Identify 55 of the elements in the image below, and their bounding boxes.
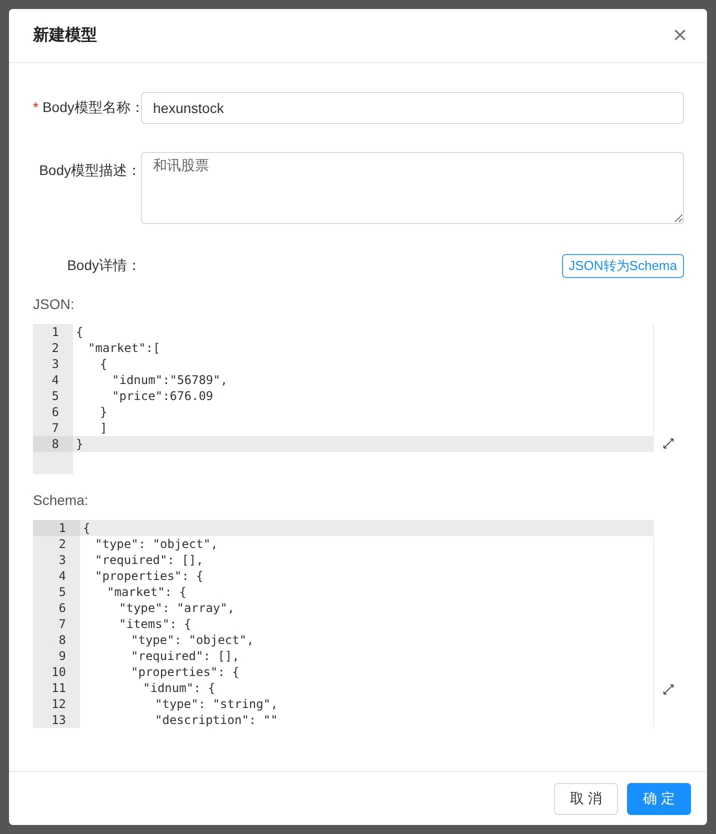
line-number: 3	[33, 552, 80, 568]
code-line: "properties": {	[80, 568, 654, 584]
line-number: 1	[33, 520, 80, 536]
code-line: "type": "string",	[80, 696, 654, 712]
code-line: "idnum": {	[80, 680, 654, 696]
code-line: "market": {	[80, 584, 654, 600]
code-line: "type": "object",	[80, 632, 654, 648]
line-number: 10	[33, 664, 80, 680]
expand-icon[interactable]	[663, 438, 674, 449]
line-number: 8	[33, 632, 80, 648]
field-label: Body模型描述：	[39, 162, 141, 178]
editor-gutter	[33, 452, 73, 474]
cancel-button[interactable]: 取 消	[554, 782, 618, 814]
field-label: Body详情：	[67, 257, 141, 273]
code-line: "properties": {	[80, 664, 654, 680]
line-number: 1	[33, 324, 73, 340]
code-line: "price":676.09	[73, 388, 654, 404]
code-line: "description": ""	[80, 712, 654, 728]
code-line: "type": "array",	[80, 600, 654, 616]
line-number: 13	[33, 712, 80, 728]
close-button[interactable]: ×	[668, 24, 691, 48]
description-textarea[interactable]: 和讯股票	[141, 152, 684, 224]
editor-label: Schema:	[33, 492, 90, 508]
line-number: 11	[33, 680, 80, 696]
code-line: {	[73, 324, 654, 340]
line-number: 4	[33, 568, 80, 584]
line-number: 5	[33, 388, 73, 404]
line-number: 12	[33, 696, 80, 712]
line-number: 8	[33, 436, 73, 452]
convert-button[interactable]: JSON转为Schema	[562, 254, 684, 278]
code-line: "idnum":"56789",	[73, 372, 654, 388]
code-line: "required": [],	[80, 648, 654, 664]
json-code-editor[interactable]: 1 { 2 "market":[ 3 { 4 "idnum":"56789", 5 "price":676.09 6 } 7 ] 8 }	[33, 324, 684, 474]
required-mark: *	[33, 99, 38, 115]
line-number: 4	[33, 372, 73, 388]
code-line: }	[73, 404, 654, 420]
line-number: 5	[33, 584, 80, 600]
expand-icon[interactable]	[663, 684, 674, 695]
line-number: 2	[33, 536, 80, 552]
line-number: 3	[33, 356, 73, 372]
line-number: 7	[33, 616, 80, 632]
code-line: "items": {	[80, 616, 654, 632]
name-input-field[interactable]: hexunstock	[141, 92, 684, 124]
line-number: 2	[33, 340, 73, 356]
code-line: "required": [],	[80, 552, 654, 568]
confirm-button[interactable]: 确 定	[627, 782, 691, 814]
code-line: "market":[	[73, 340, 654, 356]
dialog-title: 新建模型	[33, 25, 97, 46]
line-number: 6	[33, 404, 73, 420]
code-line: {	[73, 356, 654, 372]
line-number: 9	[33, 648, 80, 664]
code-line: "type": "object",	[80, 536, 654, 552]
editor-label: JSON:	[33, 296, 76, 312]
line-number: 6	[33, 600, 80, 616]
line-number: 7	[33, 420, 73, 436]
